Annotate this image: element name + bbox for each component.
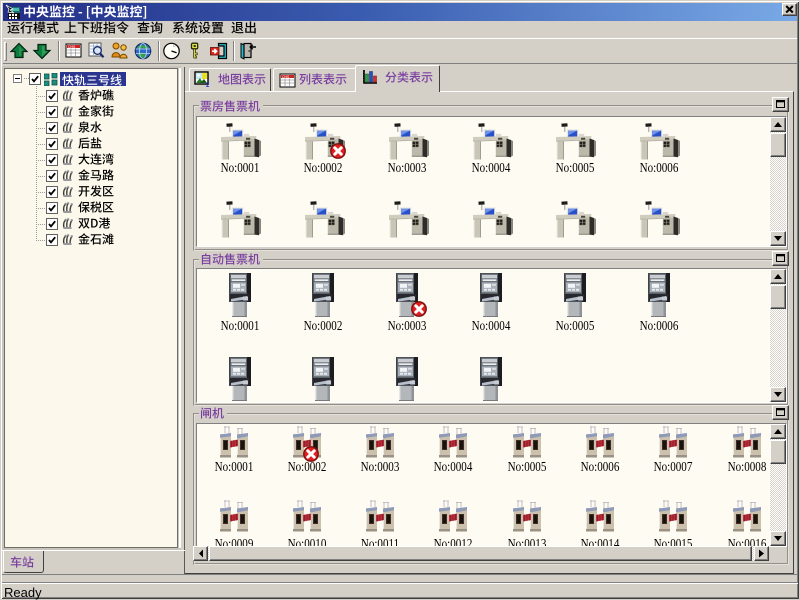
svg-text:2: 2 — [206, 83, 210, 89]
svg-text:CHS: CHS — [282, 75, 290, 79]
svg-text:CHS: CHS — [68, 45, 76, 49]
